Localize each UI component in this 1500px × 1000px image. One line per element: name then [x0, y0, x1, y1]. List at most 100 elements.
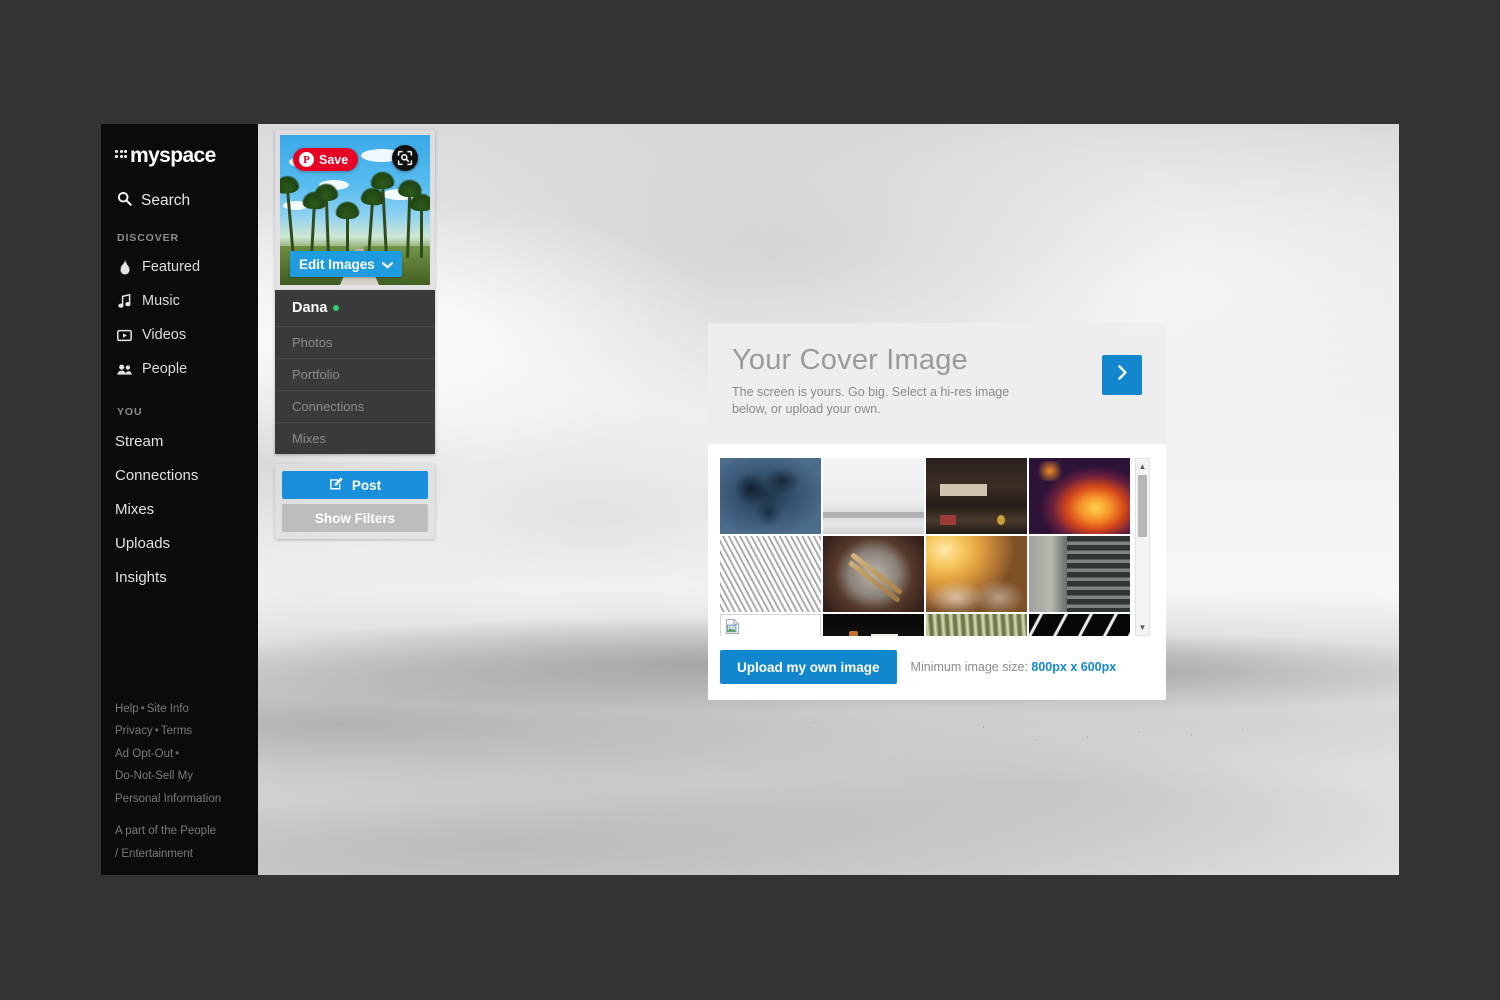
profile-column: P Save Edit Images Dana Photos Portfolio… [275, 130, 435, 539]
profile-tab-portfolio[interactable]: Portfolio [275, 358, 435, 390]
footer-attribution-line2: / Entertainment [115, 847, 193, 860]
min-size-value: 800px x 600px [1031, 660, 1117, 675]
footer-link-do-not-sell-line2[interactable]: Personal Information [115, 788, 255, 811]
profile-tab-photos[interactable]: Photos [275, 326, 435, 358]
caret-down-icon[interactable]: ▼ [1136, 621, 1149, 634]
sidebar-item-label: Mixes [115, 500, 155, 518]
profile-photo-card: P Save Edit Images [275, 130, 435, 290]
thumbnail-orange-fire-burst[interactable] [1029, 458, 1130, 535]
search-label: Search [141, 192, 191, 209]
profile-meta-card: Dana Photos Portfolio Connections Mixes [275, 290, 435, 454]
chevron-down-icon [381, 257, 393, 272]
picker-footer: Upload my own image Minimum image size: … [720, 636, 1154, 700]
footer-link-privacy[interactable]: Privacy [115, 725, 153, 737]
thumb-texture [720, 458, 821, 535]
online-status-dot [333, 305, 340, 311]
footer-bullet: • [154, 725, 159, 737]
myspace-wordmark: myspace [130, 143, 216, 167]
profile-photo[interactable]: P Save Edit Images [280, 135, 430, 285]
sidebar-item-music[interactable]: Music [101, 284, 258, 318]
video-icon [117, 329, 132, 342]
sidebar-item-label: Featured [142, 259, 201, 275]
thumbnail-grid [720, 458, 1130, 637]
visual-search-icon[interactable] [392, 145, 418, 171]
minimum-image-size-note: Minimum image size: 800px x 600px [911, 660, 1117, 674]
upload-my-own-image-button[interactable]: Upload my own image [720, 650, 897, 685]
picker-header-text: Your Cover Image The screen is yours. Go… [732, 345, 1017, 418]
thumbnail-blue-ice-texture[interactable] [720, 458, 821, 535]
people-icon [117, 363, 132, 376]
min-size-prefix: Minimum image size: [910, 660, 1028, 675]
footer-link-terms[interactable]: Terms [161, 725, 192, 737]
thumbnail-golden-sunburst-cattle[interactable] [926, 536, 1027, 613]
thumbnail-snow-field-horizon[interactable] [823, 458, 924, 535]
browser-page-viewport: myspace Search DISCOVER Featured Music V… [101, 124, 1399, 875]
footer-link-site-info[interactable]: Site Info [147, 703, 189, 715]
sidebar-item-stream[interactable]: Stream [101, 424, 258, 458]
thumb-label [940, 484, 987, 496]
footer-link-help[interactable]: Help [115, 703, 139, 715]
edit-images-button[interactable]: Edit Images [290, 251, 402, 277]
post-button[interactable]: Post [282, 471, 428, 499]
sidebar-item-label: People [142, 361, 188, 377]
music-note-icon [117, 293, 132, 309]
footer-link-ad-opt-out[interactable]: Ad Opt-Out [115, 748, 173, 760]
sidebar-item-label: Connections [115, 466, 199, 484]
sidebar-item-mixes[interactable]: Mixes [101, 492, 258, 526]
pinterest-save-button[interactable]: P Save [293, 148, 359, 171]
thumbnail-green-grass-blades[interactable] [926, 614, 1027, 637]
sidebar-item-insights[interactable]: Insights [101, 560, 258, 594]
thumbnail-grey-steel-structure[interactable] [720, 536, 821, 613]
thumbnail-drum-with-sticks[interactable] [823, 536, 924, 613]
footer-bullet: • [175, 747, 180, 760]
wall-object [849, 631, 859, 637]
picker-title: Your Cover Image [732, 344, 968, 376]
compose-icon [329, 476, 344, 494]
picker-subtitle: The screen is yours. Go big. Select a hi… [732, 385, 1010, 417]
profile-name-row: Dana [275, 290, 435, 326]
thumbnail-missing-image-placeholder[interactable] [720, 614, 821, 637]
sidebar-item-label: Uploads [115, 534, 171, 552]
thumbnail-dark-doorway-light[interactable] [823, 614, 924, 637]
thumbnail-grid-scrollbar[interactable]: ▲ ▼ [1135, 458, 1150, 637]
picker-next-button[interactable] [1102, 355, 1142, 395]
sidebar-search[interactable]: Search [101, 168, 258, 212]
show-filters-button[interactable]: Show Filters [282, 504, 428, 532]
sidebar-item-videos[interactable]: Videos [101, 318, 258, 352]
sidebar-item-uploads[interactable]: Uploads [101, 526, 258, 560]
caret-up-icon[interactable]: ▲ [1136, 460, 1149, 473]
profile-tab-connections[interactable]: Connections [275, 390, 435, 422]
you-section-header: YOU [117, 406, 143, 418]
broken-image-icon [724, 618, 741, 636]
chevron-right-icon [1117, 365, 1128, 385]
sidebar-item-label: Insights [115, 568, 167, 586]
sidebar-item-connections[interactable]: Connections [101, 458, 258, 492]
thumbnail-concrete-building-facade[interactable] [1029, 536, 1130, 613]
footer-link-do-not-sell-line1[interactable]: Do-Not-Sell My [115, 765, 255, 788]
myspace-dots-icon [115, 150, 127, 158]
myspace-logo[interactable]: myspace [101, 124, 258, 168]
thumbnail-dark-workbench-shelf[interactable] [926, 458, 1027, 535]
thumbnail-white-curves-on-black[interactable] [1029, 614, 1130, 637]
profile-name: Dana [292, 300, 328, 316]
thumbnail-grid-wrapper: ▲ ▼ [720, 458, 1154, 637]
sidebar-item-featured[interactable]: Featured [101, 250, 258, 284]
drumstick [850, 552, 903, 596]
sidebar-item-label: Stream [115, 432, 164, 450]
flame-icon [117, 259, 132, 275]
picker-body: ▲ ▼ Upload my own image Minimum image si… [708, 444, 1166, 701]
thumb-cattle [926, 577, 1027, 613]
cover-image-picker-dialog: Your Cover Image The screen is yours. Go… [708, 323, 1166, 701]
show-filters-label: Show Filters [314, 510, 396, 526]
scrollbar-thumb[interactable] [1138, 475, 1147, 538]
profile-actions-card: Post Show Filters [275, 464, 435, 539]
profile-tab-mixes[interactable]: Mixes [275, 422, 435, 454]
footer-spacer [115, 810, 255, 820]
palm-tree [408, 193, 430, 258]
upload-button-label: Upload my own image [737, 659, 880, 675]
picker-header: Your Cover Image The screen is yours. Go… [708, 323, 1166, 445]
left-sidebar: myspace Search DISCOVER Featured Music V… [101, 124, 258, 875]
sidebar-item-people[interactable]: People [101, 352, 258, 386]
thumb-red-box [940, 514, 957, 526]
footer-attribution-line1: A part of the People [115, 825, 217, 837]
